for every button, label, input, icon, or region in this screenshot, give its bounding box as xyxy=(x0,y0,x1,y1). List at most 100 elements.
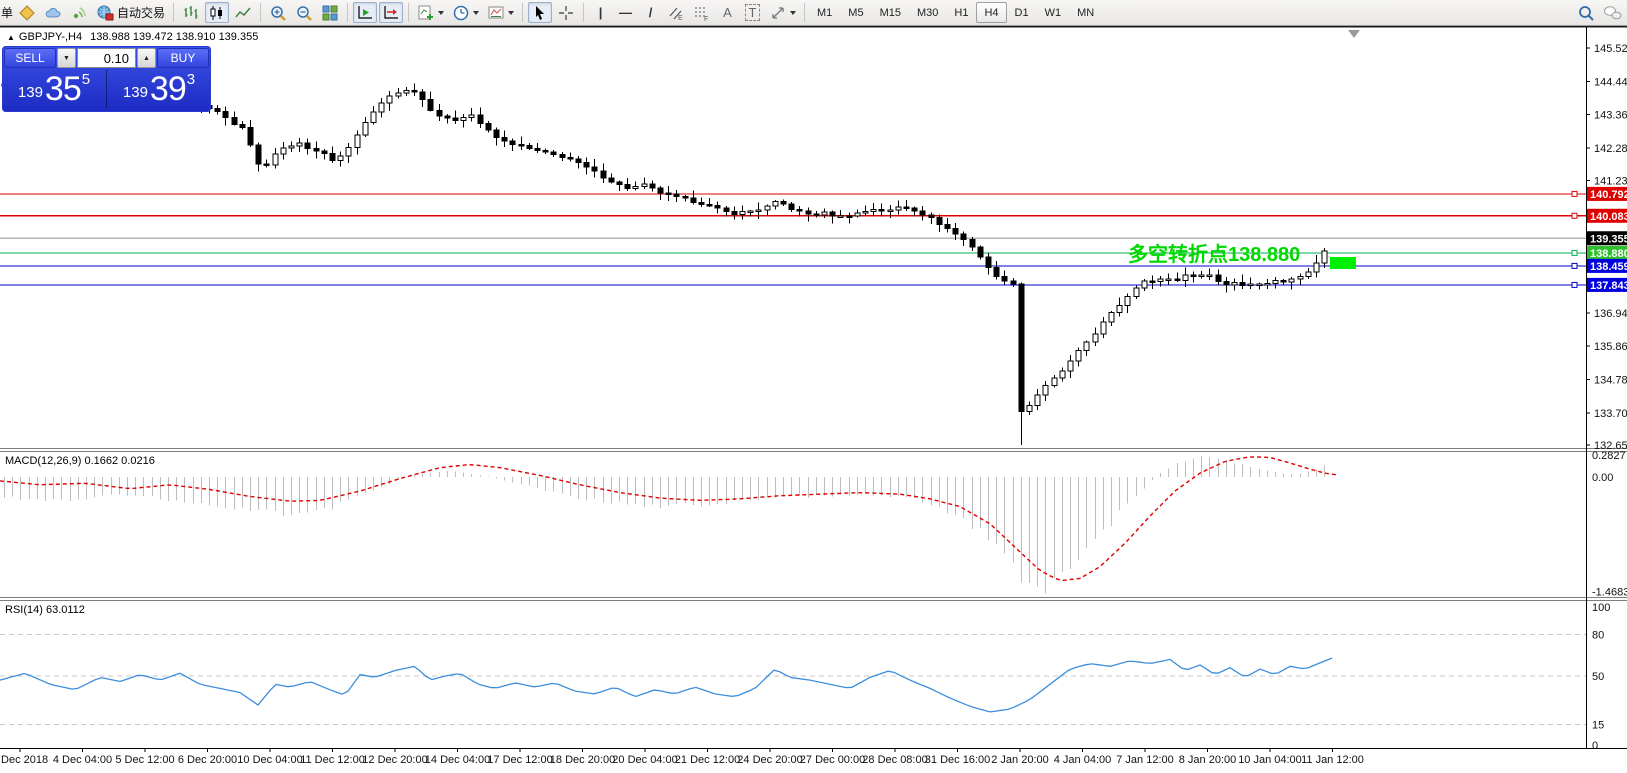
candle-body xyxy=(878,208,885,212)
candle-body xyxy=(919,210,926,216)
candle-body xyxy=(714,204,721,209)
volume-input[interactable]: 0.10 xyxy=(77,48,136,68)
sell-button[interactable]: SELL xyxy=(4,48,56,68)
svg-text:F: F xyxy=(704,16,708,22)
signals-button[interactable] xyxy=(67,2,91,23)
candle-body xyxy=(796,209,803,212)
candlestick-chart-button[interactable] xyxy=(205,2,230,23)
crosshair-tool-button[interactable] xyxy=(554,2,578,23)
timeframe-H4[interactable]: H4 xyxy=(976,2,1007,23)
vertical-line-tool-button[interactable]: | xyxy=(589,2,612,23)
zoom-in-button[interactable] xyxy=(266,2,290,23)
candle-body xyxy=(222,110,229,119)
templates-button[interactable] xyxy=(484,2,517,23)
channel-icon: E xyxy=(669,7,683,22)
candle-body xyxy=(321,150,328,154)
price-axis-label: 144.440 xyxy=(1594,76,1627,88)
arrows-tool-button[interactable] xyxy=(766,2,799,23)
rsi-indicator-label: RSI(14) 63.0112 xyxy=(5,604,85,616)
periods-button[interactable] xyxy=(449,2,482,23)
order-icon[interactable] xyxy=(15,2,39,23)
mql-cloud-button[interactable] xyxy=(41,2,65,23)
timeframe-M1[interactable]: M1 xyxy=(809,2,840,23)
text-label-tool-button[interactable]: T xyxy=(741,2,764,23)
candle-body xyxy=(665,192,672,195)
buy-button[interactable]: BUY xyxy=(157,48,209,68)
rsi-axis-label: 50 xyxy=(1592,671,1604,683)
line-chart-button[interactable] xyxy=(231,2,255,23)
line-chart-icon xyxy=(235,7,251,17)
bar-chart-button[interactable] xyxy=(179,2,203,23)
chevron-down-icon xyxy=(790,11,797,18)
text-tool-button[interactable]: A xyxy=(716,2,739,23)
candle-body xyxy=(452,117,459,121)
collapse-arrow-icon[interactable]: ▲ xyxy=(7,33,15,42)
channel-tool-button[interactable]: E xyxy=(664,2,688,23)
volume-increase-button[interactable]: ▲ xyxy=(137,48,156,68)
green-highlight-box[interactable] xyxy=(1330,257,1356,269)
rsi-axis-label: 0 xyxy=(1592,740,1598,752)
cursor-tool-button[interactable] xyxy=(528,2,553,23)
candle-body xyxy=(354,134,361,149)
buy-price-sup: 3 xyxy=(186,71,196,88)
candle-body xyxy=(1067,360,1074,372)
price-axis-label: 133.700 xyxy=(1594,408,1627,420)
candle-body xyxy=(239,123,246,129)
search-button[interactable] xyxy=(1574,2,1598,23)
time-axis-label: 11 Jan 12:00 xyxy=(1301,754,1364,766)
fibonacci-tool-button[interactable]: F xyxy=(690,2,714,23)
autotrade-button[interactable]: 自动交易 xyxy=(93,2,168,23)
buy-price-button[interactable]: 139 39 3 xyxy=(107,70,211,108)
indicators-button[interactable] xyxy=(414,2,447,23)
chart-canvas[interactable]: 145.520 144.440 143.360 142.280 141.230 136.9… xyxy=(0,0,1627,773)
candle-body xyxy=(485,122,492,131)
chart-shift-marker[interactable] xyxy=(1348,30,1360,38)
volume-decrease-button[interactable]: ▼ xyxy=(57,48,76,68)
timeframe-D1[interactable]: D1 xyxy=(1007,2,1037,23)
candle-body xyxy=(870,208,877,213)
rsi-line xyxy=(0,657,1333,713)
time-axis-label: 31 Dec 16:00 xyxy=(925,754,990,766)
new-order-button[interactable]: 单 xyxy=(1,4,14,21)
line-handle[interactable] xyxy=(1571,249,1578,256)
candle-body xyxy=(960,233,967,240)
candle-body xyxy=(460,116,467,121)
candle-body xyxy=(682,195,689,199)
clock-icon xyxy=(453,5,469,20)
price-axis-label: 135.860 xyxy=(1594,341,1627,353)
candle-body xyxy=(805,210,812,215)
line-handle[interactable] xyxy=(1571,190,1578,197)
candle-body xyxy=(673,193,680,197)
timeframe-W1[interactable]: W1 xyxy=(1037,2,1070,23)
timeframe-H1[interactable]: H1 xyxy=(946,2,976,23)
timeframe-M15[interactable]: M15 xyxy=(872,2,909,23)
candle-body xyxy=(1297,276,1304,280)
timeframe-MN[interactable]: MN xyxy=(1069,2,1102,23)
sell-price-button[interactable]: 139 35 5 xyxy=(2,70,107,108)
one-click-trading-panel: SELL ▼ 0.10 ▲ BUY 139 35 5 139 39 3 xyxy=(2,46,211,112)
cloud-icon xyxy=(45,7,61,18)
candle-body xyxy=(591,166,598,172)
timeframe-M5[interactable]: M5 xyxy=(840,2,871,23)
candle-body xyxy=(255,144,262,165)
indicators-icon xyxy=(418,5,434,20)
macd-axis-label: -1.4683 xyxy=(1592,587,1627,599)
candle-body xyxy=(1034,394,1041,407)
price-axis-label: 142.280 xyxy=(1594,143,1627,155)
auto-scroll-button[interactable] xyxy=(353,2,378,23)
candle-body xyxy=(1272,280,1279,284)
candle-body xyxy=(887,209,894,213)
horizontal-line-tool-button[interactable]: — xyxy=(614,2,637,23)
line-handle[interactable] xyxy=(1571,281,1578,288)
line-handle[interactable] xyxy=(1571,262,1578,269)
bull-bear-annotation[interactable]: 多空转折点138.880 xyxy=(1128,238,1300,267)
timeframe-M30[interactable]: M30 xyxy=(909,2,946,23)
tile-windows-button[interactable] xyxy=(318,2,342,23)
trendline-tool-button[interactable]: / xyxy=(639,2,662,23)
toolbar-separator xyxy=(408,3,410,22)
chat-button[interactable] xyxy=(1600,2,1626,23)
chart-shift-button[interactable] xyxy=(379,2,404,23)
zoom-out-button[interactable] xyxy=(292,2,316,23)
line-handle[interactable] xyxy=(1571,212,1578,219)
candle-body xyxy=(477,114,484,124)
